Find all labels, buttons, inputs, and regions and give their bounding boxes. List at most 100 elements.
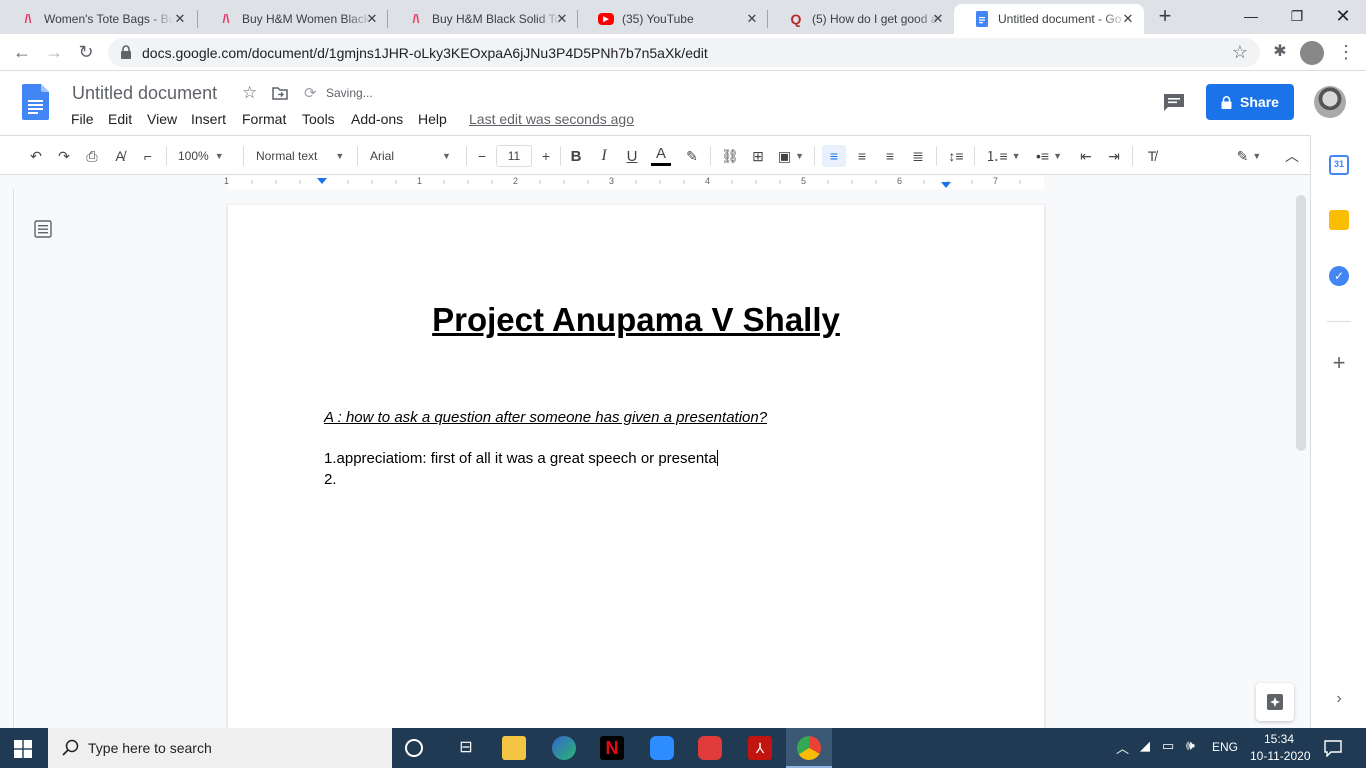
bulleted-list-icon[interactable]: •≡ ▼ bbox=[1030, 145, 1068, 167]
highlight-color-icon[interactable]: ✎ bbox=[682, 145, 702, 167]
close-icon[interactable]: ✕ bbox=[172, 11, 188, 27]
document-title[interactable]: Untitled document bbox=[72, 83, 217, 104]
browser-tab[interactable]: /\ Women's Tote Bags - Bu ✕ bbox=[0, 4, 196, 34]
style-select[interactable]: Normal text ▼ bbox=[256, 145, 348, 167]
restore-button[interactable]: ❐ bbox=[1274, 4, 1320, 30]
extensions-icon[interactable]: ✱ bbox=[1268, 40, 1292, 64]
share-button[interactable]: Share bbox=[1206, 84, 1294, 120]
font-select[interactable]: Arial ▼ bbox=[370, 145, 462, 167]
star-icon[interactable]: ☆ bbox=[242, 83, 257, 103]
minimize-button[interactable]: — bbox=[1228, 4, 1274, 30]
forward-button[interactable]: → bbox=[42, 40, 66, 64]
close-icon[interactable]: ✕ bbox=[554, 11, 570, 27]
justify-icon[interactable]: ≣ bbox=[908, 145, 928, 167]
spellcheck-icon[interactable]: A̸ bbox=[110, 145, 130, 167]
bold-icon[interactable]: B bbox=[566, 145, 586, 167]
browser-tab[interactable]: Q (5) How do I get good a ✕ bbox=[768, 4, 954, 34]
comment-history-icon[interactable] bbox=[1163, 93, 1185, 111]
menu-file[interactable]: File bbox=[71, 111, 94, 127]
numbered-list-icon[interactable]: ⒈≡ ▼ bbox=[984, 145, 1022, 167]
last-edit-link[interactable]: Last edit was seconds ago bbox=[469, 111, 634, 127]
left-indent-marker[interactable] bbox=[317, 178, 327, 184]
browser-tab[interactable]: /\ Buy H&M Black Solid To ✕ bbox=[388, 4, 578, 34]
align-center-icon[interactable]: ≡ bbox=[852, 145, 872, 167]
zoom-icon[interactable] bbox=[650, 736, 674, 760]
chevron-right-icon[interactable]: › bbox=[1329, 689, 1349, 709]
close-icon[interactable]: ✕ bbox=[744, 11, 760, 27]
document-list-item[interactable]: 1.appreciatiom: first of all it was a gr… bbox=[324, 450, 718, 467]
avatar[interactable] bbox=[1314, 86, 1346, 118]
chrome-taskbar-item[interactable] bbox=[786, 728, 832, 768]
menu-addons[interactable]: Add-ons bbox=[351, 111, 403, 127]
taskbar-search-box[interactable]: Type here to search bbox=[48, 728, 392, 768]
tasks-icon[interactable]: ✓ bbox=[1329, 266, 1349, 286]
add-addon-icon[interactable]: + bbox=[1329, 352, 1349, 374]
browser-menu-icon[interactable]: ⋮ bbox=[1334, 40, 1358, 64]
print-icon[interactable]: ⎙ bbox=[82, 145, 102, 167]
paint-format-icon[interactable]: ⌐ bbox=[138, 145, 158, 167]
clock-time[interactable]: 15:34 bbox=[1264, 732, 1294, 746]
reload-button[interactable]: ↻ bbox=[74, 40, 98, 64]
profile-avatar[interactable] bbox=[1300, 41, 1324, 65]
vertical-scrollbar[interactable] bbox=[1296, 195, 1306, 451]
close-icon[interactable]: ✕ bbox=[930, 11, 946, 27]
menu-edit[interactable]: Edit bbox=[108, 111, 132, 127]
network-icon[interactable]: ◢ bbox=[1140, 738, 1150, 754]
increase-font-size-button[interactable]: + bbox=[537, 145, 555, 167]
line-spacing-icon[interactable]: ↕≡ bbox=[946, 145, 966, 167]
cortana-icon[interactable] bbox=[405, 739, 423, 757]
editing-mode-icon[interactable]: ✎ ▼ bbox=[1232, 145, 1266, 167]
text-color-icon[interactable]: A bbox=[650, 145, 672, 167]
right-indent-marker[interactable] bbox=[941, 182, 951, 188]
chevron-up-icon[interactable]: ︿ bbox=[1282, 145, 1302, 167]
language-indicator[interactable]: ENG bbox=[1212, 740, 1238, 754]
menu-tools[interactable]: Tools bbox=[302, 111, 335, 127]
align-right-icon[interactable]: ≡ bbox=[880, 145, 900, 167]
task-view-icon[interactable]: ⊟ bbox=[454, 736, 478, 760]
clock-date[interactable]: 10-11-2020 bbox=[1250, 749, 1311, 763]
font-size-input[interactable]: 11 bbox=[496, 145, 532, 167]
clear-formatting-icon[interactable]: T̸ bbox=[1142, 145, 1162, 167]
bookmark-star-icon[interactable]: ☆ bbox=[1232, 42, 1248, 63]
chevron-up-icon[interactable]: ︿ bbox=[1116, 738, 1129, 757]
netflix-icon[interactable]: N bbox=[600, 736, 624, 760]
address-bar[interactable]: docs.google.com/document/d/1gmjns1JHR-oL… bbox=[108, 38, 1260, 67]
zoom-select[interactable]: 100% ▼ bbox=[178, 145, 234, 167]
redo-icon[interactable]: ↷ bbox=[54, 145, 74, 167]
menu-insert[interactable]: Insert bbox=[191, 111, 226, 127]
back-button[interactable]: ← bbox=[10, 40, 34, 64]
windows-start-icon[interactable] bbox=[14, 740, 32, 758]
close-icon[interactable]: ✕ bbox=[1120, 11, 1136, 27]
move-folder-icon[interactable] bbox=[272, 86, 288, 100]
document-page[interactable]: Project Anupama V Shally A : how to ask … bbox=[228, 205, 1044, 745]
decrease-font-size-button[interactable]: − bbox=[473, 145, 491, 167]
file-explorer-icon[interactable] bbox=[502, 736, 526, 760]
italic-icon[interactable]: I bbox=[594, 145, 614, 167]
browser-tab-active[interactable]: Untitled document - Go ✕ bbox=[954, 4, 1144, 34]
close-window-button[interactable]: ✕ bbox=[1320, 4, 1366, 30]
add-comment-icon[interactable]: ⊞ bbox=[748, 145, 768, 167]
battery-icon[interactable]: ▭ bbox=[1162, 738, 1174, 754]
insert-link-icon[interactable]: ⛓ bbox=[720, 145, 740, 167]
document-heading[interactable]: Project Anupama V Shally bbox=[228, 301, 1044, 339]
calendar-icon[interactable]: 31 bbox=[1329, 155, 1349, 175]
insert-image-icon[interactable]: ▣ ▼ bbox=[776, 145, 806, 167]
decrease-indent-icon[interactable]: ⇤ bbox=[1076, 145, 1096, 167]
document-list-item[interactable]: 2. bbox=[324, 471, 337, 488]
close-icon[interactable]: ✕ bbox=[364, 11, 380, 27]
new-tab-button[interactable]: + bbox=[1155, 5, 1175, 27]
align-left-icon[interactable]: ≡ bbox=[822, 145, 846, 167]
increase-indent-icon[interactable]: ⇥ bbox=[1104, 145, 1124, 167]
browser-tab[interactable]: /\ Buy H&M Women Black ✕ bbox=[198, 4, 388, 34]
edge-icon[interactable] bbox=[552, 736, 576, 760]
notifications-icon[interactable] bbox=[1324, 739, 1342, 757]
menu-view[interactable]: View bbox=[147, 111, 177, 127]
menu-format[interactable]: Format bbox=[242, 111, 286, 127]
browser-tab[interactable]: ▶ (35) YouTube ✕ bbox=[578, 4, 768, 34]
undo-icon[interactable]: ↶ bbox=[26, 145, 46, 167]
keep-icon[interactable] bbox=[1329, 210, 1349, 230]
document-outline-icon[interactable] bbox=[34, 220, 52, 238]
docs-logo-icon[interactable] bbox=[22, 84, 49, 120]
acrobat-icon[interactable]: ⅄ bbox=[748, 736, 772, 760]
explore-button[interactable] bbox=[1256, 683, 1294, 721]
